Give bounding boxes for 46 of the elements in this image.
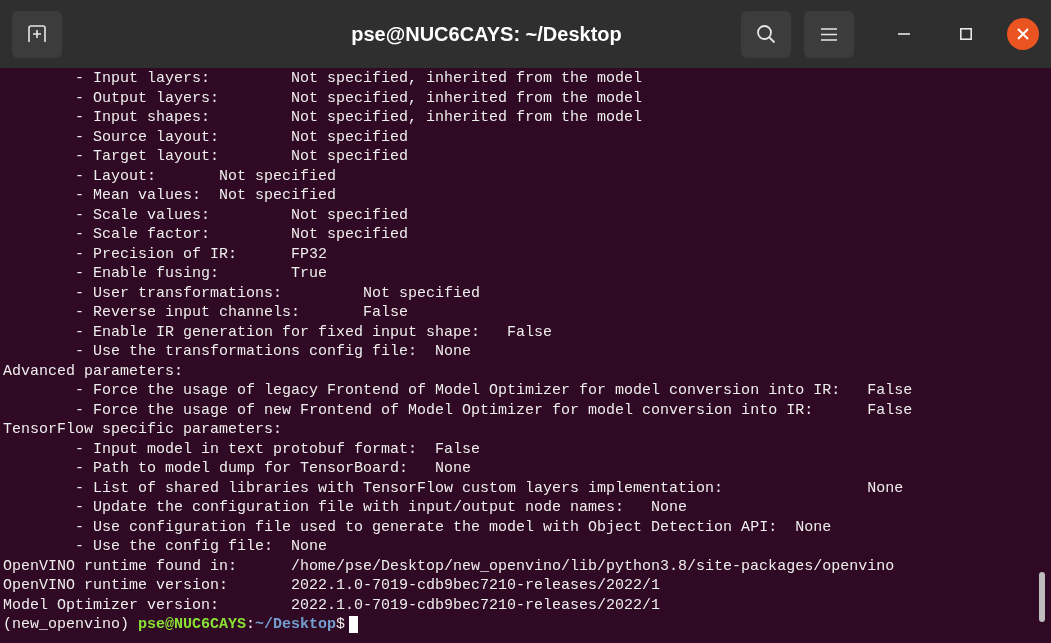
terminal-line: - Precision of IR: FP32 [74,244,328,264]
terminal-line: - Input layers: Not specified, inherited from the model [74,69,643,89]
terminal-line: - Input model in text protobuf format: False [74,439,481,459]
terminal-line: OpenVINO runtime version: 2022.1.0-7019-cdb9bec7210-releases/2022/1 [3,576,661,596]
terminal-line: - Use configuration file used to generate the model with Object Detection API: None [74,517,832,537]
text-cursor [349,616,359,634]
terminal-line: - Enable IR generation for fixed input shape: False [74,322,553,342]
menu-button[interactable] [804,10,854,58]
prompt-path: ~/Desktop [255,615,337,635]
terminal-line: - Reverse input channels: False [74,303,409,323]
prompt-environment: (new_openvino) [3,615,131,635]
prompt-user-host: pse@NUC6CAYS [138,615,247,635]
terminal-line: - Scale values: Not specified [74,205,409,225]
close-button[interactable] [1007,18,1039,50]
terminal-line: - Enable fusing: True [74,264,328,284]
terminal-line: - Layout: Not specified [74,166,337,186]
terminal-line: - Force the usage of new Frontend of Model Optimizer for model conversion into IR: False [74,400,913,420]
terminal-line: - User transformations: Not specified [74,283,481,303]
window-title: pse@NUC6CAYS: ~/Desktop [351,22,622,47]
terminal-line: - Mean values: Not specified [74,186,337,206]
terminal-line: - Force the usage of legacy Frontend of Model Optimizer for model conversion into IR: False [74,381,913,401]
terminal-line: - Output layers: Not specified, inherited from the model [74,88,643,108]
terminal-line: - Update the configuration file with input/output node names: None [74,498,688,518]
terminal-line: - Target layout: Not specified [74,147,409,167]
prompt-symbol: $ [336,615,346,635]
terminal-line: - List of shared libraries with TensorFlow custom layers implementation: None [74,478,904,498]
terminal-line: - Use the config file: None [74,537,328,557]
search-icon [756,24,776,44]
prompt-separator: : [246,615,256,635]
search-button[interactable] [741,10,791,58]
terminal-line: - Input shapes: Not specified, inherited from the model [74,108,643,128]
terminal-line: Advanced parameters: [3,361,184,381]
close-icon [1017,28,1029,40]
terminal-line: OpenVINO runtime found in: /home/pse/Desktop/new_openvino/lib/python3.8/site-packages/openvino [3,556,895,576]
minimize-icon [898,33,910,35]
new-tab-icon [27,25,47,43]
maximize-icon [960,28,972,40]
terminal-line: Model Optimizer version: 2022.1.0-7019-cdb9bec7210-releases/2022/1 [3,595,661,615]
scrollbar-thumb[interactable] [1039,572,1045,622]
terminal-line: TensorFlow specific parameters: [3,420,283,440]
terminal-line: - Scale factor: Not specified [74,225,409,245]
terminal-line: - Path to model dump for TensorBoard: None [74,459,472,479]
terminal-line: - Source layout: Not specified [74,127,409,147]
menu-icon [821,27,837,41]
new-tab-button[interactable] [12,10,62,58]
terminal-line: - Use the transformations config file: None [74,342,472,362]
